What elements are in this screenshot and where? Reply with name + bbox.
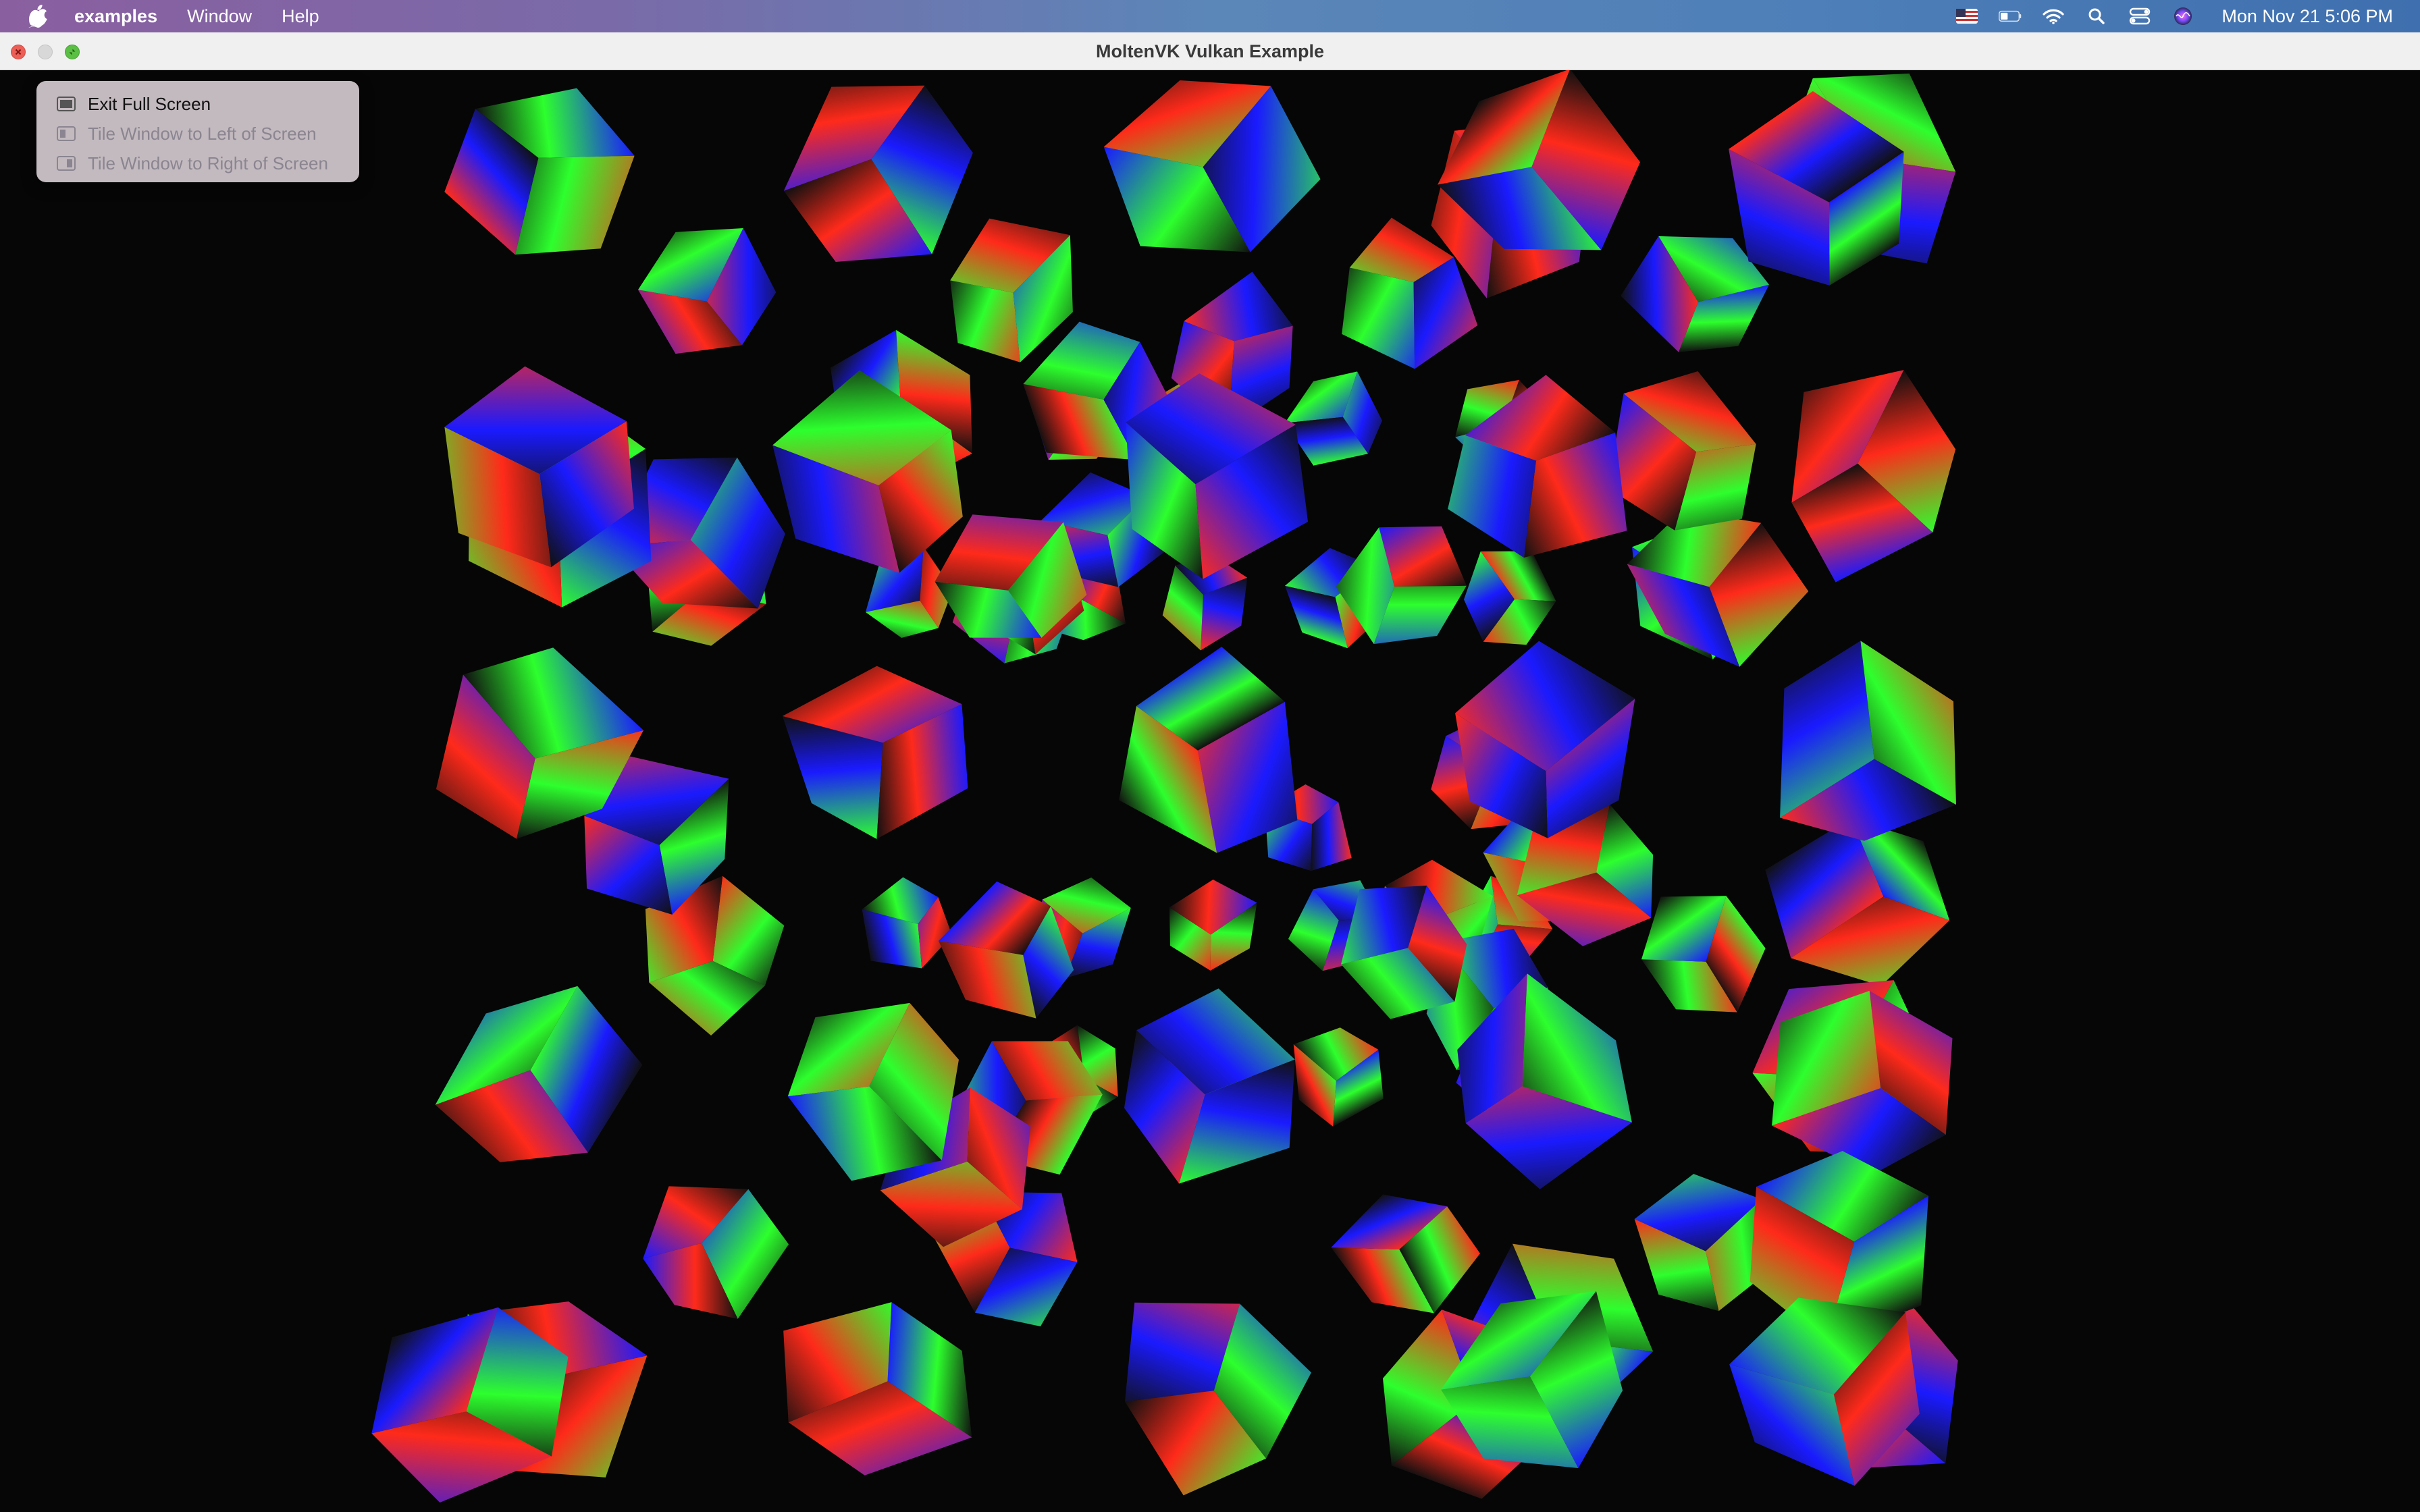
exit-full-screen-label: Exit Full Screen — [88, 93, 211, 114]
cube — [1103, 80, 1321, 252]
window-title: MoltenVK Vulkan Example — [1095, 41, 1325, 61]
cube — [444, 88, 635, 255]
tile-left-menu-item[interactable]: Tile Window to Left of Screen — [36, 119, 359, 148]
cube — [1124, 988, 1295, 1184]
vulkan-render-viewport[interactable] — [0, 70, 2420, 1512]
battery-icon[interactable] — [1999, 6, 2022, 26]
cube — [1331, 1194, 1481, 1314]
cube — [862, 877, 952, 969]
menu-clock[interactable]: Mon Nov 21 5:06 PM — [2221, 6, 2393, 27]
menu-help[interactable]: Help — [282, 6, 319, 27]
search-icon[interactable] — [2085, 6, 2108, 26]
cube — [1125, 1302, 1312, 1496]
full-screen-icon — [57, 97, 76, 111]
control-center-icon[interactable] — [2128, 6, 2151, 26]
tile-right-icon — [57, 156, 76, 171]
cube — [783, 1302, 972, 1476]
cube — [435, 986, 643, 1162]
siri-icon[interactable] — [2172, 6, 2194, 26]
tile-right-label: Tile Window to Right of Screen — [88, 153, 328, 173]
tile-left-icon — [57, 126, 76, 141]
us-flag-icon[interactable] — [1955, 6, 1978, 26]
fullscreen-popup-menu: Exit Full Screen Tile Window to Left of … — [36, 81, 359, 182]
apple-logo-icon[interactable] — [26, 3, 51, 29]
menu-bar: examples Window Help Mon Nov 21 5:06 PM — [0, 0, 2420, 32]
menu-window[interactable]: Window — [187, 6, 252, 27]
cube — [782, 666, 968, 840]
cube — [1791, 370, 1956, 583]
tile-left-label: Tile Window to Left of Screen — [88, 123, 317, 144]
exit-full-screen-menu-item[interactable]: Exit Full Screen — [36, 89, 359, 119]
menu-app-name[interactable]: examples — [74, 6, 157, 27]
tile-right-menu-item[interactable]: Tile Window to Right of Screen — [36, 148, 359, 178]
cube — [637, 227, 777, 354]
cube — [1169, 880, 1257, 971]
cube-scene — [371, 70, 1958, 1503]
wifi-icon[interactable] — [2042, 6, 2065, 26]
cube — [643, 1186, 789, 1320]
window-title-bar[interactable]: MoltenVK Vulkan Example — [0, 32, 2420, 70]
cube — [1455, 641, 1635, 838]
cube — [1293, 1027, 1384, 1127]
